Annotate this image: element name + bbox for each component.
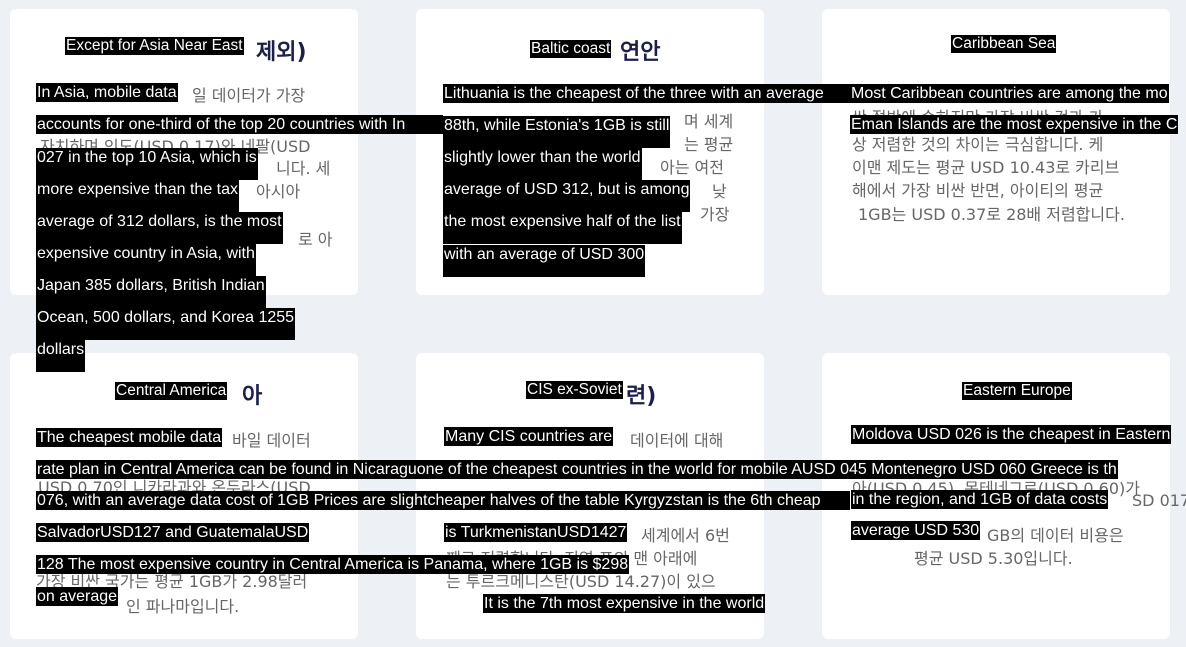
translation-line: the most expensive half of the list — [443, 212, 682, 244]
card-body-text: 데이터에 대해 — [630, 431, 724, 450]
card-body-text: 낮 — [712, 182, 727, 201]
card-body-text: 일 데이터가 가장 — [192, 86, 306, 105]
card-title-translation: Eastern Europe — [962, 382, 1072, 400]
card-body-text: 1GB는 USD 0.37로 28배 저렴합니다. — [858, 205, 1125, 224]
card-body-text: 니다. 세 — [276, 159, 331, 178]
translation-line: It is the 7th most expensive in the worl… — [483, 594, 766, 613]
translation-line: more expensive than the tax — [36, 180, 240, 212]
translation-line: 027 in the top 10 Asia, which is — [36, 148, 258, 180]
card-body-text: 상 저렴한 것의 차이는 극심합니다. 케 — [852, 135, 1104, 154]
card-body-text: 평균 USD 5.30입니다. — [914, 549, 1073, 568]
translation-line: Moldova USD 026 is the cheapest in Easte… — [851, 425, 1172, 444]
card-body-text: 로 아 — [298, 230, 333, 249]
translation-line: average of USD 312, but is among — [443, 180, 691, 212]
translation-line: on average — [36, 587, 119, 606]
card-body-text: 이맨 제도는 평균 USD 10.43로 카리브 — [852, 158, 1120, 177]
card-body-text: 해에서 가장 비싼 반면, 아이티의 평균 — [852, 181, 1104, 200]
translation-line: Many CIS countries are — [444, 427, 614, 446]
translation-line: In Asia, mobile data — [36, 83, 178, 102]
translation-line: rate plan in Central America can be foun… — [36, 460, 1118, 479]
translation-line: 128 The most expensive country in Centra… — [36, 555, 630, 574]
translation-line: slightly lower than the world — [443, 148, 642, 180]
translation-line: dollars — [36, 340, 86, 372]
card-title-translation: Central America — [115, 382, 228, 400]
card-body-text: 인 파나마입니다. — [126, 597, 240, 616]
translation-line: The cheapest mobile data — [36, 428, 223, 447]
translation-line: expensive country in Asia, with — [36, 244, 256, 276]
card-body-text: 가장 — [700, 205, 730, 224]
card-title: 연안 — [620, 40, 661, 65]
card-title: 제외) — [256, 40, 307, 65]
card-body-text: GB의 데이터 비용은 — [987, 526, 1124, 545]
translation-line: in the region, and 1GB of data costs — [851, 490, 1109, 509]
card-title-translation: Caribbean Sea — [951, 35, 1057, 53]
card-title-translation: CIS ex-Soviet — [526, 381, 623, 399]
translation-line: Japan 385 dollars, British Indian — [36, 276, 266, 308]
translation-line: is TurkmenistanUSD1427 — [444, 523, 628, 542]
translation-line: average of 312 dollars, is the most — [36, 212, 283, 244]
translation-line: average USD 530 — [851, 521, 981, 540]
translation-line: accounts for one-third of the top 20 cou… — [36, 115, 443, 134]
card-body-text: 며 세계 — [684, 112, 734, 131]
card-body-text: 아는 여전 — [660, 158, 724, 177]
translation-line: 88th, while Estonia's 1GB is still — [443, 116, 671, 148]
card-body-text: SD 017 — [1132, 491, 1186, 510]
translation-line: Ocean, 500 dollars, and Korea 1255 — [36, 308, 296, 340]
card-title: 련) — [626, 384, 657, 409]
translation-line: SalvadorUSD127 and GuatemalaUSD — [36, 523, 310, 542]
card-title-translation: Baltic coast — [530, 40, 612, 58]
translation-line: with an average of USD 300 — [443, 245, 646, 277]
card-body-text: 바일 데이터 — [232, 431, 311, 450]
card-title-translation: Except for Asia Near East — [65, 37, 244, 55]
card-body-text: 는 평균 — [684, 135, 734, 154]
translation-line: Eman Islands are the most expensive in t… — [850, 115, 1179, 134]
card-body-text: 아시아 — [256, 182, 301, 201]
card-title: 아 — [242, 384, 263, 409]
translation-line: Lithuania is the cheapest of the three w… — [443, 84, 850, 103]
translation-line: 076, with an average data cost of 1GB Pr… — [36, 491, 850, 510]
translation-line: Most Caribbean countries are among the m… — [850, 84, 1169, 103]
card-body-text: 세계에서 6번 — [641, 526, 730, 545]
